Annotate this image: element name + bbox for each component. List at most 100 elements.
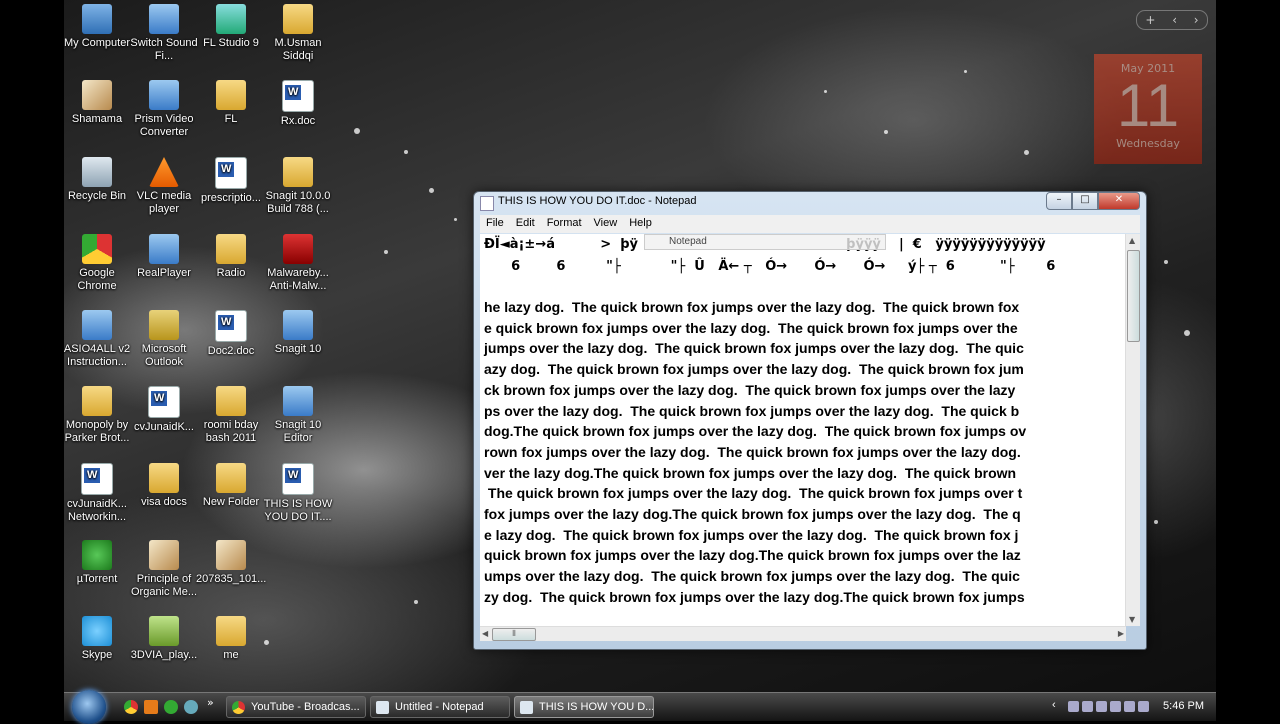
desktop-icon-vlc[interactable]: VLC media player xyxy=(129,157,199,216)
utorrent-quicklaunch-icon[interactable] xyxy=(164,700,178,714)
menu-edit[interactable]: Edit xyxy=(510,215,541,233)
text-area[interactable]: Notepad ÐÏ◄à¡±→á > þÿ þÿÿÿ | € ÿÿÿÿÿÿÿÿÿ… xyxy=(480,234,1126,626)
desktop-icon-usman[interactable]: M.Usman Siddqi xyxy=(263,4,333,63)
desktop-icon-207835[interactable]: 207835_101... xyxy=(196,540,266,586)
scroll-right-icon[interactable]: ▶ xyxy=(1118,629,1124,638)
calendar-gadget[interactable]: May 2011 11 Wednesday xyxy=(1094,54,1202,164)
icon-label: Snagit 10.0.0 Build 788 (... xyxy=(265,190,331,215)
menu-file[interactable]: File xyxy=(480,215,510,233)
desktop-icon-me[interactable]: me xyxy=(196,616,266,662)
desktop-icon-recycle-bin[interactable]: Recycle Bin xyxy=(64,157,132,203)
horizontal-scroll-thumb[interactable]: ⦀ xyxy=(492,628,536,641)
scroll-left-icon[interactable]: ◀ xyxy=(482,629,488,638)
desktop-icon-chrome[interactable]: Google Chrome xyxy=(64,234,132,293)
scroll-up-icon[interactable]: ▲ xyxy=(1129,236,1135,245)
text-line: he lazy dog. The quick brown fox jumps o… xyxy=(484,299,1020,315)
desktop-icon-asio4all[interactable]: ASIO4ALL v2 Instruction... xyxy=(64,310,132,369)
chrome-quicklaunch-icon[interactable] xyxy=(124,700,138,714)
task-untitled-notepad[interactable]: Untitled - Notepad xyxy=(370,696,510,718)
prism-icon xyxy=(149,80,179,110)
desktop-icon-my-computer[interactable]: My Computer xyxy=(64,4,132,50)
desktop-icon-malwarebytes[interactable]: Malwareby... Anti-Malw... xyxy=(263,234,333,293)
image-icon xyxy=(216,540,246,570)
icon-label: Shamama xyxy=(71,113,123,125)
vertical-scrollbar[interactable]: ▲ ▼ xyxy=(1125,234,1140,626)
desktop-icon-rx-doc[interactable]: Rx.doc xyxy=(263,80,333,128)
desktop-icon-prism[interactable]: Prism Video Converter xyxy=(129,80,199,139)
icon-label: Microsoft Outlook xyxy=(141,343,187,368)
desktop-icon-snagit-build[interactable]: Snagit 10.0.0 Build 788 (... xyxy=(263,157,333,216)
desktop-icon-this-is-how[interactable]: THIS IS HOW YOU DO IT.... xyxy=(263,463,333,524)
window-controls: – □ ✕ xyxy=(1046,192,1140,210)
desktop-icon-3dvia[interactable]: 3DVIA_play... xyxy=(129,616,199,662)
desktop-icon-radio[interactable]: Radio xyxy=(196,234,266,280)
messenger-quicklaunch-icon[interactable] xyxy=(184,700,198,714)
text-line: umps over the lazy dog. The quick brown … xyxy=(484,568,1020,585)
wifi-icon[interactable] xyxy=(1124,701,1135,712)
desktop-icon-fl-folder[interactable]: FL xyxy=(196,80,266,126)
icon-label: THIS IS HOW YOU DO IT.... xyxy=(263,498,333,523)
desktop-icon-visa-docs[interactable]: visa docs xyxy=(129,463,199,509)
desktop-icon-switch-sound[interactable]: Switch Sound Fi... xyxy=(129,4,199,63)
wallpaper-light xyxy=(1164,260,1168,264)
desktop-icon-realplayer[interactable]: RealPlayer xyxy=(129,234,199,280)
add-gadget-button[interactable]: + xyxy=(1145,13,1155,27)
desktop-icon-organic[interactable]: Principle of Organic Me... xyxy=(129,540,199,599)
tray-expand-button[interactable]: ‹ xyxy=(1052,699,1056,711)
start-button[interactable] xyxy=(72,690,106,724)
folder-icon xyxy=(216,386,246,416)
wallpaper-light xyxy=(404,150,408,154)
icon-label: RealPlayer xyxy=(137,267,191,279)
battery-icon[interactable] xyxy=(1110,701,1121,712)
tooltip-text: Notepad xyxy=(669,236,707,247)
folder-icon xyxy=(216,80,246,110)
desktop-icon-skype[interactable]: Skype xyxy=(64,616,132,662)
volume-icon[interactable] xyxy=(1138,701,1149,712)
prev-gadget-button[interactable]: ‹ xyxy=(1172,13,1177,27)
image-icon xyxy=(82,80,112,110)
media-quicklaunch-icon[interactable] xyxy=(144,700,158,714)
desktop-icon-outlook[interactable]: Microsoft Outlook xyxy=(129,310,199,369)
clock[interactable]: 5:46 PM xyxy=(1163,700,1204,712)
task-this-is-how-notepad[interactable]: THIS IS HOW YOU D... xyxy=(514,696,654,718)
desktop-icon-utorrent[interactable]: µTorrent xyxy=(64,540,132,586)
desktop-icon-doc2[interactable]: Doc2.doc xyxy=(196,310,266,358)
icon-label: roomi bday bash 2011 xyxy=(203,419,259,444)
vertical-scroll-thumb[interactable] xyxy=(1127,250,1140,342)
wallpaper-light xyxy=(964,70,967,73)
notepad-window[interactable]: THIS IS HOW YOU DO IT.doc - Notepad – □ … xyxy=(473,191,1147,650)
tray-app-icon[interactable] xyxy=(1082,701,1093,712)
desktop-icon-cvjunaid-networking[interactable]: cvJunaidK... Networkin... xyxy=(64,463,132,524)
desktop-icon-snagit10[interactable]: Snagit 10 xyxy=(263,310,333,356)
desktop-icon-cvjunaid[interactable]: cvJunaidK... xyxy=(129,386,199,434)
desktop-icon-roomi-bday[interactable]: roomi bday bash 2011 xyxy=(196,386,266,445)
quicklaunch-more-button[interactable]: » xyxy=(207,696,214,709)
maximize-button[interactable]: □ xyxy=(1072,192,1098,210)
desktop-icon-fl-studio[interactable]: FL Studio 9 xyxy=(196,4,266,50)
notepad-icon xyxy=(480,196,494,211)
binary-text-line: 6 6 "├ "├ Û Ä← ┬ Ó→ Ó→ Ó→ ý├ ┬ 6 "├ 6 xyxy=(484,259,1056,274)
task-youtube[interactable]: YouTube - Broadcas... xyxy=(226,696,366,718)
desktop-icon-prescription[interactable]: prescriptio... xyxy=(196,157,266,205)
horizontal-scrollbar[interactable]: ◀ ⦀ ▶ xyxy=(480,626,1126,641)
close-button[interactable]: ✕ xyxy=(1098,192,1140,210)
tray-app-icon[interactable] xyxy=(1096,701,1107,712)
desktop-icon-monopoly[interactable]: Monopoly by Parker Brot... xyxy=(64,386,132,445)
network-icon[interactable] xyxy=(1068,701,1079,712)
next-gadget-button[interactable]: › xyxy=(1194,13,1199,27)
menu-help[interactable]: Help xyxy=(623,215,658,233)
3dvia-icon xyxy=(149,616,179,646)
notepad-icon xyxy=(520,701,533,714)
menu-view[interactable]: View xyxy=(588,215,624,233)
wallpaper-light xyxy=(429,188,434,193)
taskbar: » YouTube - Broadcas... Untitled - Notep… xyxy=(64,690,1216,724)
icon-label: 207835_101... xyxy=(196,573,267,585)
icon-label: µTorrent xyxy=(76,573,118,585)
desktop-icon-new-folder[interactable]: New Folder xyxy=(196,463,266,509)
minimize-button[interactable]: – xyxy=(1046,192,1072,210)
desktop-icon-shamama[interactable]: Shamama xyxy=(64,80,132,126)
menu-format[interactable]: Format xyxy=(541,215,588,233)
scroll-down-icon[interactable]: ▼ xyxy=(1129,615,1135,624)
desktop-icon-snagit-editor[interactable]: Snagit 10 Editor xyxy=(263,386,333,445)
